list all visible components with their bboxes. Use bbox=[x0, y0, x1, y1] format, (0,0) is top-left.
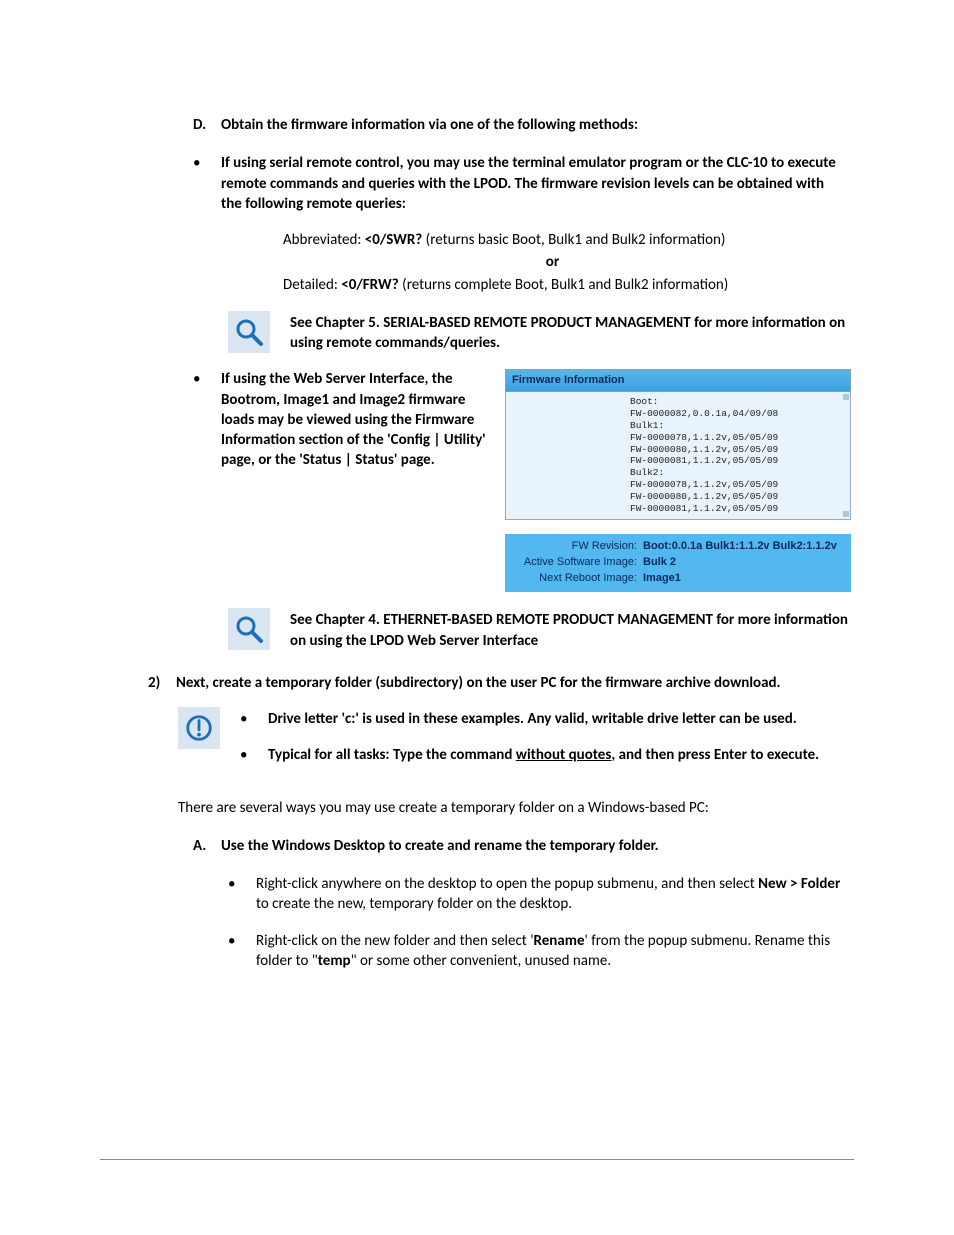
scrollbar-icon[interactable] bbox=[843, 394, 849, 517]
fw-rev-label: FW Revision: bbox=[513, 539, 643, 554]
section-a2-marker: A. bbox=[193, 836, 221, 856]
rightclick-rename-text: Right-click on the new folder and then s… bbox=[256, 931, 842, 972]
section-d-heading: D. Obtain the firmware information via o… bbox=[193, 115, 852, 135]
next-reboot-value: Image1 bbox=[643, 571, 681, 586]
bullet-dot-icon bbox=[193, 369, 221, 592]
fw-line: FW-0000081,1.1.2v,05/05/09 bbox=[630, 455, 846, 467]
chapter5-note: See Chapter 5. SERIAL-BASED REMOTE PRODU… bbox=[128, 311, 852, 354]
step2-notes-row: Drive letter 'c:' is used in these examp… bbox=[128, 707, 852, 782]
active-image-value: Bulk 2 bbox=[643, 555, 676, 570]
fw-line: FW-0000081,1.1.2v,05/05/09 bbox=[630, 503, 846, 515]
abbreviated-query: Abbreviated: <0/SWR? (returns basic Boot… bbox=[283, 230, 822, 250]
bullet-dot-icon bbox=[193, 153, 221, 214]
magnifier-icon bbox=[228, 311, 270, 353]
step-2-marker: 2) bbox=[148, 673, 176, 693]
section-d-title: Obtain the firmware information via one … bbox=[221, 115, 638, 135]
several-ways-text: There are several ways you may use creat… bbox=[178, 798, 852, 818]
drive-letter-note-text: Drive letter 'c:' is used in these examp… bbox=[268, 709, 797, 729]
page: D. Obtain the firmware information via o… bbox=[0, 0, 954, 1235]
chapter4-text: See Chapter 4. ETHERNET-BASED REMOTE PRO… bbox=[290, 608, 852, 651]
rightclick-rename: Right-click on the new folder and then s… bbox=[228, 931, 852, 972]
fw-line: Boot: bbox=[630, 396, 846, 408]
bullet-dot-icon bbox=[240, 745, 268, 765]
fw-line: FW-0000078,1.1.2v,05/05/09 bbox=[630, 432, 846, 444]
firmware-revision-panel: FW Revision: Boot:0.0.1a Bulk1:1.1.2v Bu… bbox=[505, 534, 851, 593]
step-2-text: Next, create a temporary folder (subdire… bbox=[176, 673, 781, 693]
fw-line: Bulk1: bbox=[630, 420, 846, 432]
magnifier-icon bbox=[228, 608, 270, 650]
fw-line: Bulk2: bbox=[630, 467, 846, 479]
step2-notes-col: Drive letter 'c:' is used in these examp… bbox=[240, 707, 852, 782]
typical-note: Typical for all tasks: Type the command … bbox=[240, 745, 852, 765]
bullet-dot-icon bbox=[240, 709, 268, 729]
or-text: or bbox=[283, 252, 822, 272]
firmware-panel-body: Boot: FW-0000082,0.0.1a,04/09/08 Bulk1: … bbox=[505, 392, 851, 520]
bullet-dot-icon bbox=[228, 931, 256, 972]
rightclick-new-folder-text: Right-click anywhere on the desktop to o… bbox=[256, 874, 842, 915]
step-2: 2) Next, create a temporary folder (subd… bbox=[148, 673, 852, 693]
bullet-dot-icon bbox=[228, 874, 256, 915]
chapter5-text: See Chapter 5. SERIAL-BASED REMOTE PRODU… bbox=[290, 311, 852, 354]
fw-line: FW-0000080,1.1.2v,05/05/09 bbox=[630, 444, 846, 456]
webserver-row: If using the Web Server Interface, the B… bbox=[193, 369, 852, 592]
active-image-label: Active Software Image: bbox=[513, 555, 643, 570]
firmware-panel-header: Firmware Information bbox=[505, 369, 851, 392]
next-reboot-label: Next Reboot Image: bbox=[513, 571, 643, 586]
exclamation-icon bbox=[178, 707, 220, 749]
fw-line: FW-0000080,1.1.2v,05/05/09 bbox=[630, 491, 846, 503]
section-a2-title: Use the Windows Desktop to create and re… bbox=[221, 836, 659, 856]
fw-line: FW-0000078,1.1.2v,05/05/09 bbox=[630, 479, 846, 491]
serial-bullet: If using serial remote control, you may … bbox=[193, 153, 852, 214]
fw-rev-value: Boot:0.0.1a Bulk1:1.1.2v Bulk2:1.1.2v bbox=[643, 539, 837, 554]
query-block: Abbreviated: <0/SWR? (returns basic Boot… bbox=[283, 230, 822, 295]
firmware-panel: Firmware Information Boot: FW-0000082,0.… bbox=[505, 369, 851, 592]
drive-letter-note: Drive letter 'c:' is used in these examp… bbox=[240, 709, 852, 729]
webserver-bullet-text: If using the Web Server Interface, the B… bbox=[221, 369, 491, 470]
serial-bullet-text: If using serial remote control, you may … bbox=[221, 153, 842, 214]
fw-line: FW-0000082,0.0.1a,04/09/08 bbox=[630, 408, 846, 420]
section-a2-heading: A. Use the Windows Desktop to create and… bbox=[193, 836, 852, 856]
typical-note-text: Typical for all tasks: Type the command … bbox=[268, 745, 819, 765]
rightclick-new-folder: Right-click anywhere on the desktop to o… bbox=[228, 874, 852, 915]
detailed-query: Detailed: <0/FRW? (returns complete Boot… bbox=[283, 275, 822, 295]
chapter4-note: See Chapter 4. ETHERNET-BASED REMOTE PRO… bbox=[128, 608, 852, 651]
section-d-marker: D. bbox=[193, 115, 221, 135]
footer-rule bbox=[100, 1159, 854, 1160]
